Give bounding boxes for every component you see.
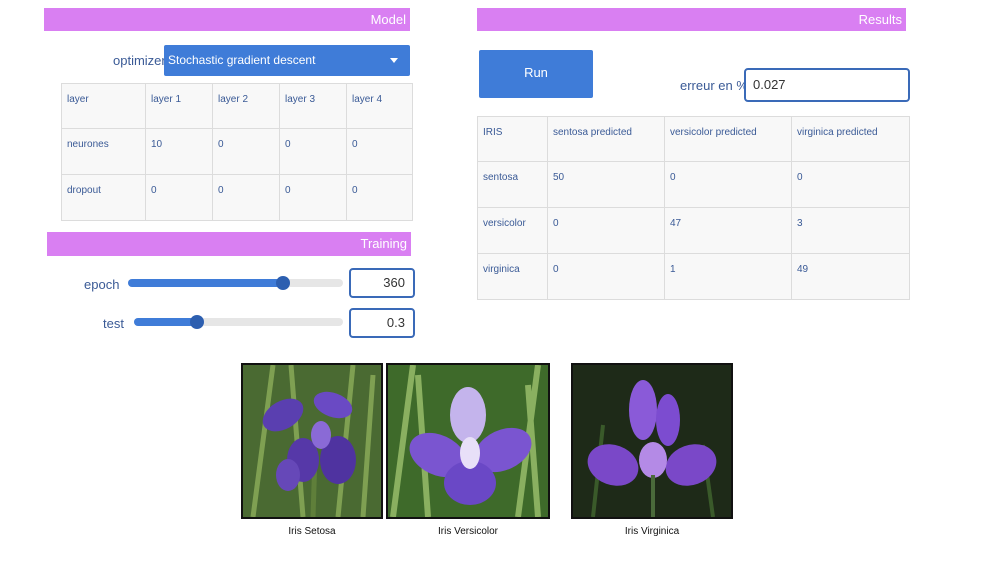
table-row: layer layer 1 layer 2 layer 3 layer 4 bbox=[61, 83, 413, 129]
table-cell-editable[interactable]: 0 bbox=[346, 128, 413, 175]
table-cell: 0 bbox=[547, 207, 665, 254]
table-row-label: neurones bbox=[61, 128, 146, 175]
table-row: dropout 0 0 0 0 bbox=[61, 174, 413, 221]
results-header: Results bbox=[477, 8, 906, 31]
epoch-slider-thumb[interactable] bbox=[275, 276, 290, 290]
test-label: test bbox=[103, 316, 124, 331]
table-cell: 49 bbox=[791, 253, 910, 300]
table-cell-editable[interactable]: 0 bbox=[279, 128, 347, 175]
epoch-slider-fill bbox=[128, 279, 283, 287]
table-row-label: dropout bbox=[61, 174, 146, 221]
epoch-slider[interactable] bbox=[128, 276, 343, 290]
iris-virginica-caption: Iris Virginica bbox=[624, 526, 680, 537]
erreur-field[interactable]: 0.027 bbox=[744, 68, 910, 102]
table-cell-editable[interactable]: 0 bbox=[346, 174, 413, 221]
test-slider-fill bbox=[134, 318, 197, 326]
table-row-label: versicolor bbox=[477, 207, 548, 254]
training-header: Training bbox=[47, 232, 411, 256]
optimizer-select[interactable]: Stochastic gradient descent bbox=[164, 45, 410, 76]
epoch-label: epoch bbox=[84, 277, 120, 292]
test-slider[interactable] bbox=[134, 315, 343, 329]
iris-versicolor-caption: Iris Versicolor bbox=[437, 526, 498, 537]
layer-table: layer layer 1 layer 2 layer 3 layer 4 ne… bbox=[61, 83, 413, 221]
table-row: neurones 10 0 0 0 bbox=[61, 128, 413, 175]
table-cell: 1 bbox=[664, 253, 792, 300]
table-header-cell: layer 4 bbox=[346, 83, 413, 129]
table-cell-editable[interactable]: 0 bbox=[279, 174, 347, 221]
table-cell: 3 bbox=[791, 207, 910, 254]
table-cell: 50 bbox=[547, 161, 665, 208]
table-row-label: sentosa bbox=[477, 161, 548, 208]
table-header-cell: layer 3 bbox=[279, 83, 347, 129]
table-row: IRIS sentosa predicted versicolor predic… bbox=[477, 116, 910, 162]
run-button[interactable]: Run bbox=[479, 50, 593, 98]
table-header-cell: layer 2 bbox=[212, 83, 280, 129]
table-cell: 47 bbox=[664, 207, 792, 254]
iris-versicolor-image bbox=[386, 363, 550, 519]
table-header-cell: IRIS bbox=[477, 116, 548, 162]
optimizer-value: Stochastic gradient descent bbox=[168, 53, 316, 67]
table-row: virginica 0 1 49 bbox=[477, 253, 910, 300]
chevron-down-icon bbox=[390, 58, 398, 63]
table-cell-editable[interactable]: 0 bbox=[145, 174, 213, 221]
table-header-cell: layer 1 bbox=[145, 83, 213, 129]
table-header-cell: versicolor predicted bbox=[664, 116, 792, 162]
table-cell: 0 bbox=[664, 161, 792, 208]
table-row: sentosa 50 0 0 bbox=[477, 161, 910, 208]
iris-setosa-caption: Iris Setosa bbox=[288, 526, 336, 537]
table-header-cell: sentosa predicted bbox=[547, 116, 665, 162]
iris-setosa-image bbox=[241, 363, 383, 519]
erreur-label: erreur en % bbox=[680, 78, 748, 93]
model-header: Model bbox=[44, 8, 410, 31]
iris-virginica-image bbox=[571, 363, 733, 519]
test-input[interactable]: 0.3 bbox=[349, 308, 415, 338]
table-cell-editable[interactable]: 0 bbox=[212, 174, 280, 221]
confusion-matrix-table: IRIS sentosa predicted versicolor predic… bbox=[477, 116, 910, 300]
table-header-cell: virginica predicted bbox=[791, 116, 910, 162]
optimizer-label: optimizer bbox=[113, 53, 166, 68]
table-cell: 0 bbox=[791, 161, 910, 208]
test-slider-thumb[interactable] bbox=[189, 315, 204, 329]
table-header-cell: layer bbox=[61, 83, 146, 129]
table-cell-editable[interactable]: 0 bbox=[212, 128, 280, 175]
table-cell: 0 bbox=[547, 253, 665, 300]
table-cell-editable[interactable]: 10 bbox=[145, 128, 213, 175]
epoch-input[interactable]: 360 bbox=[349, 268, 415, 298]
table-row: versicolor 0 47 3 bbox=[477, 207, 910, 254]
table-row-label: virginica bbox=[477, 253, 548, 300]
